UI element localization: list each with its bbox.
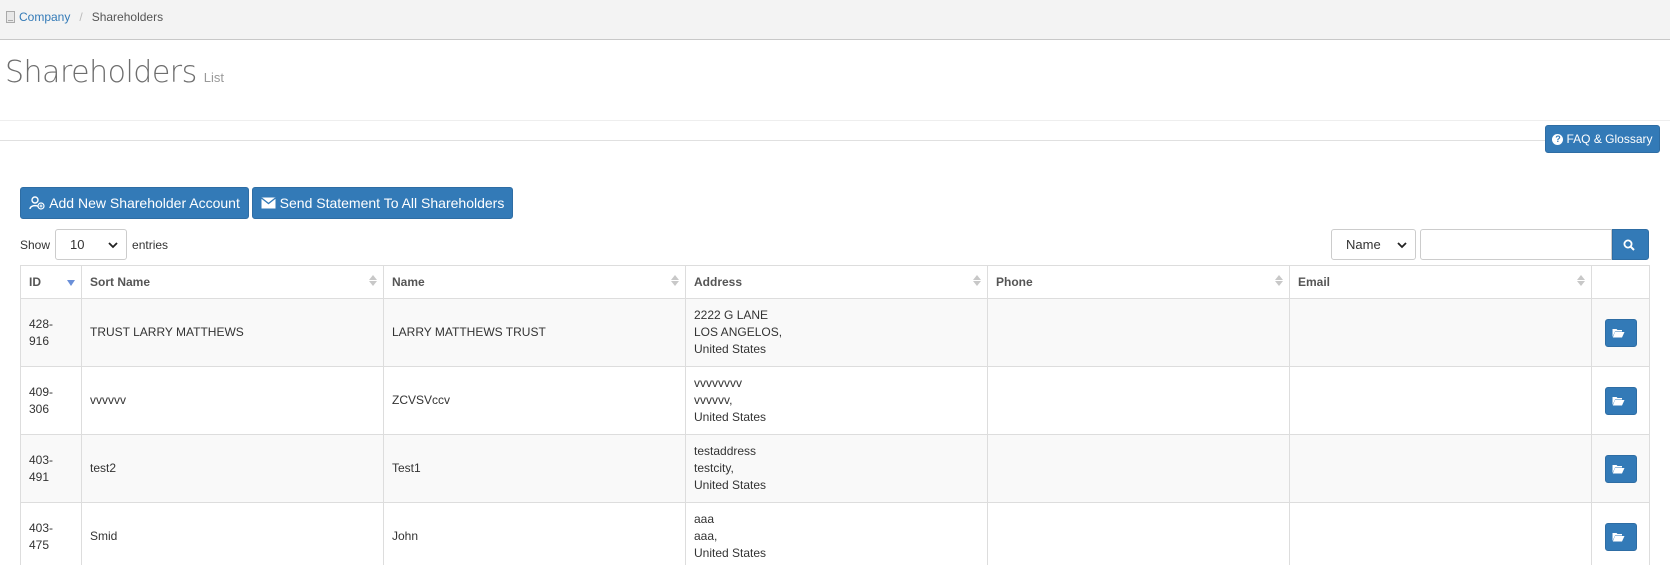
sort-icon (369, 275, 377, 286)
folder-open-icon (1612, 464, 1625, 473)
building-icon (6, 11, 15, 23)
open-shareholder-button[interactable] (1604, 454, 1637, 483)
table-row: 409-306 vvvvvv ZCVSVccv vvvvvvvv vvvvvv,… (20, 366, 1650, 435)
column-header-sort-name[interactable]: Sort Name (81, 265, 384, 299)
table-row: 403-491 test2 Test1 testaddress testcity… (20, 434, 1650, 503)
breadcrumb-company-link[interactable]: Company (19, 10, 70, 24)
page-subtitle: List (203, 70, 224, 85)
column-header-actions (1591, 265, 1650, 299)
cell-actions (1591, 366, 1650, 435)
cell-id: 403-491 (20, 434, 82, 503)
cell-email (1289, 434, 1592, 503)
address-line: 2222 G LANE (694, 308, 769, 322)
search-icon (1623, 239, 1635, 251)
address-line: testcity, (694, 461, 734, 475)
address-line: vvvvvvvv (694, 376, 742, 390)
cell-sort-name: vvvvvv (81, 366, 384, 435)
faq-button-label: FAQ & Glossary (1566, 132, 1653, 146)
cell-email (1289, 502, 1592, 565)
address-line: United States (694, 478, 767, 492)
cell-phone (987, 298, 1290, 367)
search-field-value: Name (1346, 237, 1381, 252)
length-suffix: entries (132, 237, 169, 252)
page-header: Shareholders List (5, 55, 224, 90)
cell-phone (987, 502, 1290, 565)
folder-open-icon (1612, 532, 1625, 541)
cell-actions (1591, 434, 1650, 503)
search-button[interactable] (1612, 229, 1649, 260)
cell-name: Test1 (383, 434, 686, 503)
cell-sort-name: TRUST LARRY MATTHEWS (81, 298, 384, 367)
shareholders-table: ID Sort Name Name Address Phone Email 42… (20, 265, 1650, 565)
breadcrumb-separator: / (79, 10, 83, 24)
divider (0, 140, 1660, 141)
table-header-row: ID Sort Name Name Address Phone Email (20, 265, 1650, 299)
column-header-name[interactable]: Name (383, 265, 686, 299)
send-statement-button[interactable]: Send Statement To All Shareholders (252, 187, 513, 219)
cell-email (1289, 298, 1592, 367)
add-shareholder-label: Add New Shareholder Account (49, 195, 240, 211)
page-title: Shareholders (5, 55, 197, 90)
address-line: LOS ANGELOS, (694, 325, 783, 339)
breadcrumb-current: Shareholders (91, 10, 164, 24)
address-line: aaa (694, 512, 715, 526)
sort-icon (973, 275, 981, 286)
cell-address: testaddress testcity, United States (685, 434, 988, 503)
table-row: 428-916 TRUST LARRY MATTHEWS LARRY MATTH… (20, 298, 1650, 367)
chevron-down-icon (1397, 241, 1407, 248)
sort-icon (671, 275, 679, 286)
table-row: 403-475 Smid John aaa aaa, United States (20, 502, 1650, 565)
search-field-select[interactable]: Name (1331, 229, 1416, 260)
faq-glossary-button[interactable]: ? FAQ & Glossary (1545, 125, 1660, 153)
breadcrumb: Company / Shareholders (6, 10, 163, 24)
user-add-icon (29, 196, 45, 210)
length-menu: Show 10 entries (20, 229, 168, 260)
top-bar: Company / Shareholders (0, 0, 1670, 40)
address-line: United States (694, 546, 767, 560)
page-length-select[interactable]: 10 (55, 229, 128, 260)
column-header-phone[interactable]: Phone (987, 265, 1290, 299)
column-header-id[interactable]: ID (20, 265, 82, 299)
address-line: testaddress (694, 444, 757, 458)
sort-icon (1577, 275, 1585, 286)
cell-sort-name: test2 (81, 434, 384, 503)
address-line: United States (694, 410, 767, 424)
cell-phone (987, 434, 1290, 503)
cell-address: aaa aaa, United States (685, 502, 988, 565)
send-statement-label: Send Statement To All Shareholders (279, 195, 505, 211)
cell-phone (987, 366, 1290, 435)
cell-address: vvvvvvvv vvvvvv, United States (685, 366, 988, 435)
cell-id: 403-475 (20, 502, 82, 565)
folder-open-icon (1612, 328, 1625, 337)
open-shareholder-button[interactable] (1604, 318, 1637, 347)
address-line: aaa, (694, 529, 718, 543)
cell-address: 2222 G LANE LOS ANGELOS, United States (685, 298, 988, 367)
question-circle-icon: ? (1552, 133, 1564, 145)
cell-email (1289, 366, 1592, 435)
cell-id: 409-306 (20, 366, 82, 435)
cell-name: John (383, 502, 686, 565)
sort-icon (1275, 275, 1283, 286)
cell-name: LARRY MATTHEWS TRUST (383, 298, 686, 367)
open-shareholder-button[interactable] (1604, 522, 1637, 551)
cell-actions (1591, 298, 1650, 367)
divider (0, 120, 1670, 121)
address-line: vvvvvv, (694, 393, 733, 407)
sort-desc-icon (67, 280, 75, 286)
page-length-value: 10 (70, 237, 85, 252)
open-shareholder-button[interactable] (1604, 386, 1637, 415)
length-prefix: Show (20, 237, 51, 252)
envelope-icon (260, 197, 276, 209)
cell-name: ZCVSVccv (383, 366, 686, 435)
cell-actions (1591, 502, 1650, 565)
cell-id: 428-916 (20, 298, 82, 367)
search-input[interactable] (1420, 229, 1612, 260)
column-header-address[interactable]: Address (685, 265, 988, 299)
chevron-down-icon (108, 241, 118, 248)
cell-sort-name: Smid (81, 502, 384, 565)
address-line: United States (694, 342, 767, 356)
folder-open-icon (1612, 396, 1625, 405)
add-shareholder-button[interactable]: Add New Shareholder Account (20, 187, 249, 219)
column-header-email[interactable]: Email (1289, 265, 1592, 299)
